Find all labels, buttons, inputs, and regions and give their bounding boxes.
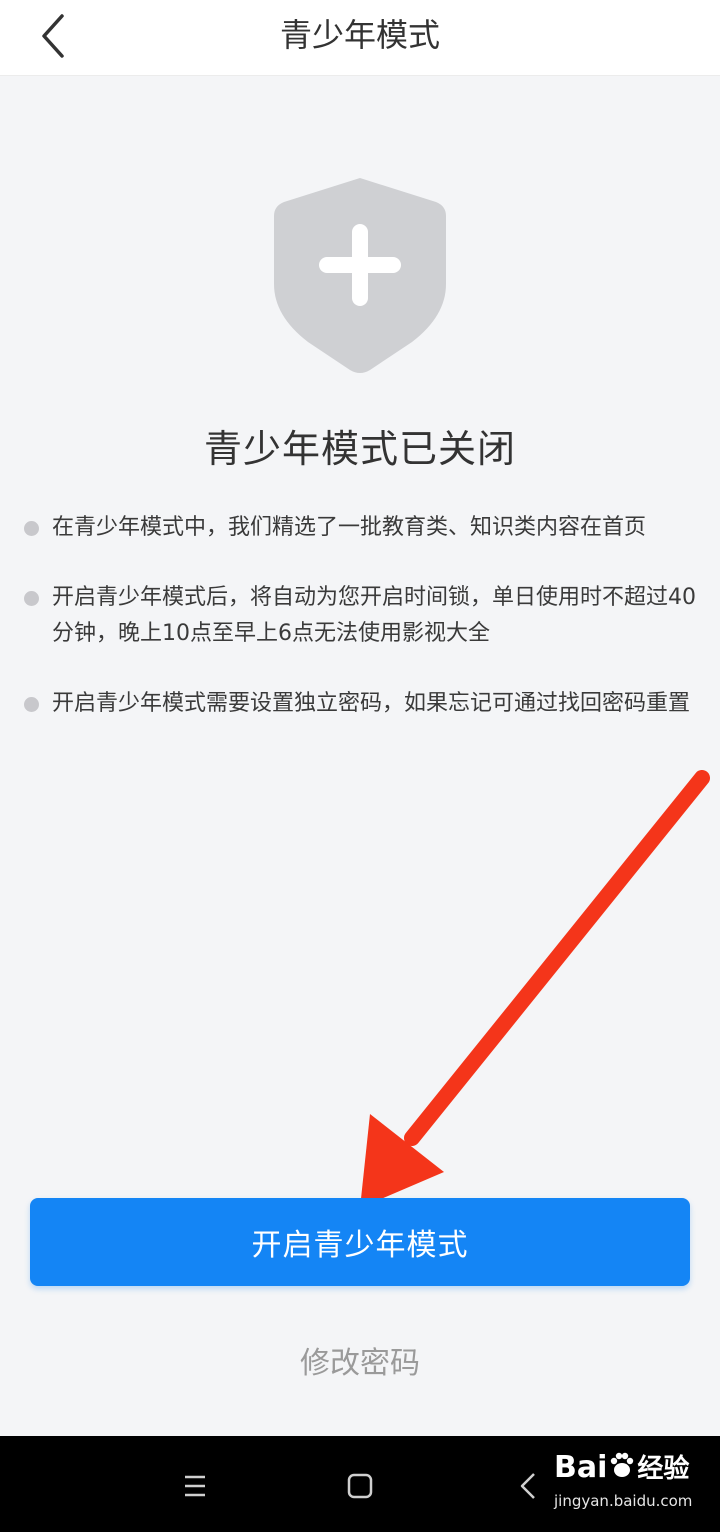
watermark-logo-text: Bai <box>554 1450 608 1485</box>
bullet-dot <box>24 521 39 536</box>
baidu-paw-icon <box>611 1452 634 1477</box>
page-title: 青少年模式 <box>279 16 440 54</box>
shield-plus-icon <box>274 178 446 373</box>
info-text: 开启青少年模式需要设置独立密码，如果忘记可通过找回密码重置 <box>52 691 691 716</box>
baidu-jingyan-watermark: Bai 经验 jingyan.baidu.com <box>554 1444 714 1524</box>
info-list: 在青少年模式中，我们精选了一批教育类、知识类内容在首页 开启青少年模式后，将自动… <box>24 510 700 722</box>
enable-teen-mode-button[interactable]: 开启青少年模式 <box>30 1198 690 1286</box>
system-navigation-bar: Bai 经验 jingyan.baidu.com <box>0 1436 720 1532</box>
bullet-dot <box>24 697 39 712</box>
info-item: 开启青少年模式后，将自动为您开启时间锁，单日使用时不超过40分钟，晚上10点至早… <box>24 580 700 652</box>
bullet-dot <box>24 591 39 606</box>
info-text: 在青少年模式中，我们精选了一批教育类、知识类内容在首页 <box>52 515 647 540</box>
watermark-url: jingyan.baidu.com <box>554 1492 693 1510</box>
home-icon[interactable] <box>338 1464 382 1508</box>
nav-back-icon[interactable] <box>506 1464 550 1508</box>
watermark-logo-cn: 经验 <box>637 1454 690 1484</box>
app-header: 青少年模式 <box>0 0 720 76</box>
teen-mode-page: 青少年模式 青少年模式已关闭 在青少年模式中，我们精选了一批教育类、知识类内容在… <box>0 0 720 1532</box>
info-item: 在青少年模式中，我们精选了一批教育类、知识类内容在首页 <box>24 510 700 546</box>
change-password-link[interactable]: 修改密码 <box>0 1338 720 1388</box>
red-arrow-annotation <box>360 770 710 1208</box>
info-item: 开启青少年模式需要设置独立密码，如果忘记可通过找回密码重置 <box>24 686 700 722</box>
info-text: 开启青少年模式后，将自动为您开启时间锁，单日使用时不超过40分钟，晚上10点至早… <box>52 585 696 646</box>
menu-icon[interactable] <box>173 1464 217 1508</box>
status-title: 青少年模式已关闭 <box>203 427 516 471</box>
